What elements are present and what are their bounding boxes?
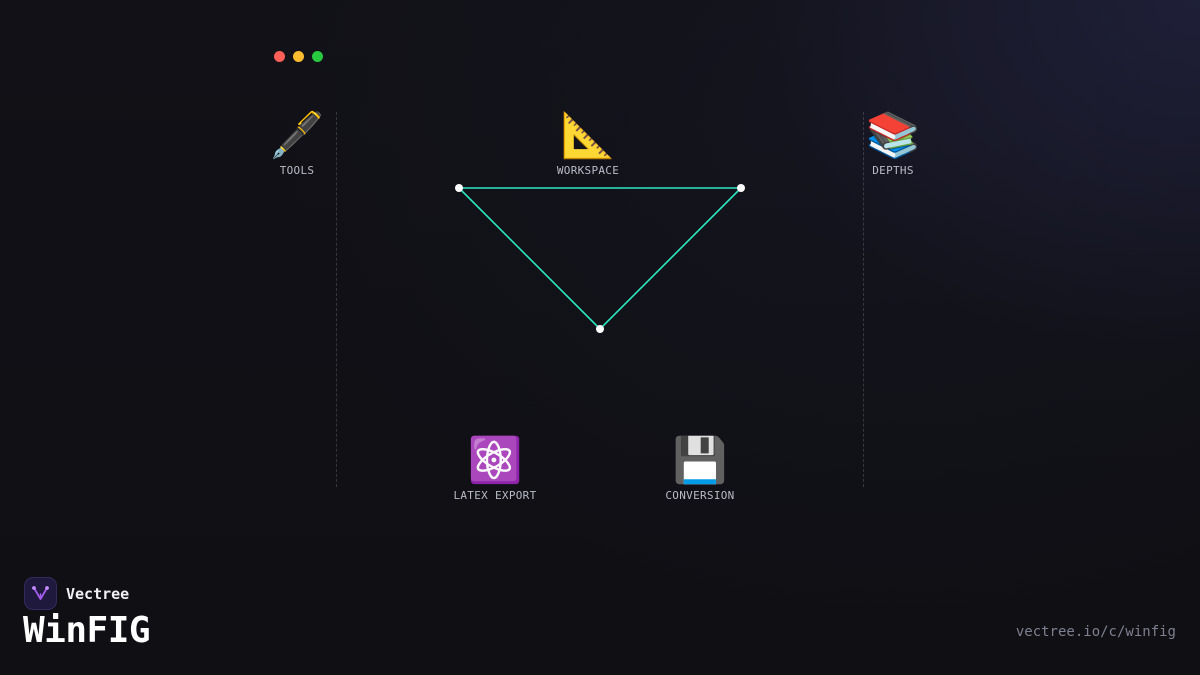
node-depths[interactable]: 📚 DEPTHS xyxy=(823,110,963,177)
window-controls xyxy=(274,51,323,62)
floppy-disk-icon: 💾 xyxy=(672,435,728,486)
vertex-handle-top-right xyxy=(737,184,745,192)
atom-icon: ⚛️ xyxy=(467,435,523,486)
triangle-diagram xyxy=(455,184,745,333)
vertex-handle-bottom xyxy=(596,325,604,333)
node-conversion-label: CONVERSION xyxy=(665,489,735,502)
node-latex-export-label: LATEX EXPORT xyxy=(453,489,537,502)
node-tools-label: TOOLS xyxy=(279,164,315,177)
brand-name: Vectree xyxy=(66,584,130,603)
node-latex-export[interactable]: ⚛️ LATEX EXPORT xyxy=(425,435,565,502)
books-icon: 📚 xyxy=(865,110,921,161)
canvas: 🖋️ TOOLS 📐 WORKSPACE 📚 DEPTHS ⚛️ LATEX E… xyxy=(0,0,1200,675)
node-depths-label: DEPTHS xyxy=(872,164,914,177)
vectree-logo-icon xyxy=(24,577,57,610)
triangular-ruler-icon: 📐 xyxy=(560,110,616,161)
close-dot[interactable] xyxy=(274,51,285,62)
triangle-shape xyxy=(457,187,743,331)
node-tools[interactable]: 🖋️ TOOLS xyxy=(227,110,367,177)
fountain-pen-icon: 🖋️ xyxy=(269,110,325,161)
node-workspace[interactable]: 📐 WORKSPACE xyxy=(518,110,658,177)
vertex-handle-top-left xyxy=(455,184,463,192)
maximize-dot[interactable] xyxy=(312,51,323,62)
node-conversion[interactable]: 💾 CONVERSION xyxy=(630,435,770,502)
app-title: WinFIG xyxy=(23,610,151,651)
node-workspace-label: WORKSPACE xyxy=(556,164,620,177)
brand: Vectree xyxy=(24,577,129,610)
minimize-dot[interactable] xyxy=(293,51,304,62)
footer-url[interactable]: vectree.io/c/winfig xyxy=(1016,624,1176,640)
